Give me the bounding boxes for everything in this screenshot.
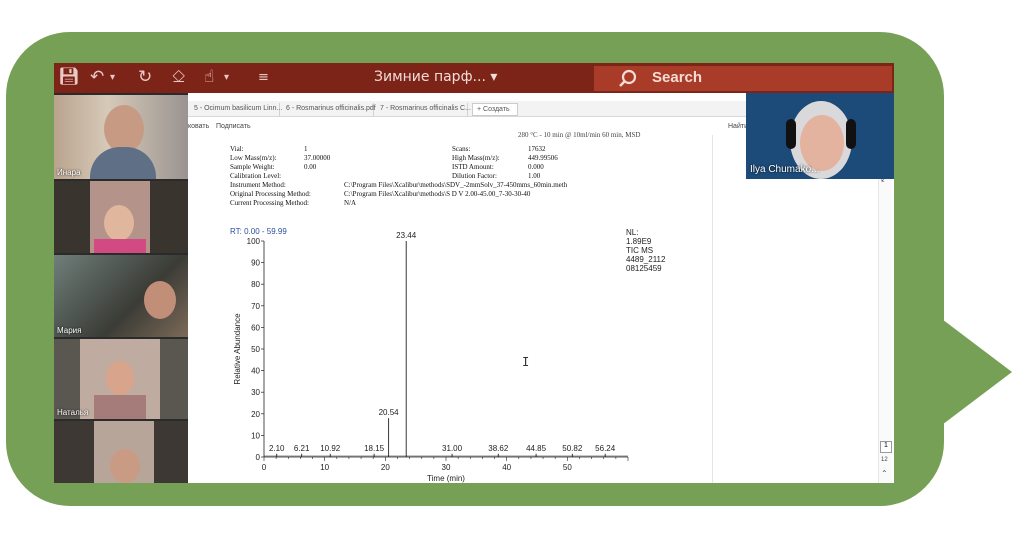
page-number-current[interactable]: 1 [880,441,892,453]
x-tick-label: 10 [320,463,329,472]
speaker-video[interactable]: Ilya Chumako... [746,93,894,179]
text-cursor-icon: I [522,355,530,369]
touch-dropdown-icon[interactable]: ▾ [224,72,229,83]
chromatogram-chart: RT: 0.00 - 59.99 0 10 20 30 40 50 60 70 80 90 100 0 1… [230,227,666,483]
y-tick-label: 40 [251,367,260,376]
x-tick-label: 30 [442,463,451,472]
chart-annotation: 1.89E9 [626,237,652,246]
y-tick-label: 60 [251,323,260,332]
peak-label: 2.10 [269,444,285,453]
present-icon[interactable]: ⎐ [172,67,185,87]
sign-tool[interactable]: Подписать [216,123,251,130]
peak-label: 6.21 [294,444,310,453]
chart-annotation: 08125459 [626,264,662,273]
powerpoint-title-bar: 💾︎ ↶ ▾ ↻ ⎐ ☝ ▾ ≡ Зимние парф... ▾ Search [54,63,894,93]
headphones-icon [786,119,796,149]
participant-tile[interactable]: Инара [54,95,188,179]
x-tick-label: 20 [381,463,390,472]
pdf-page: 280 °C - 10 min @ 10ml/min 60 min, MSD V… [192,131,712,483]
chart-annotation: TIC MS [626,246,653,255]
y-tick-label: 50 [251,345,260,354]
pdf-side-panel [712,135,894,483]
edit-tool[interactable]: ковать [188,123,209,130]
y-tick-label: 80 [251,280,260,289]
peak-label: 18.15 [364,444,385,453]
x-axis-label: Time (min) [427,474,465,483]
chevron-up-icon[interactable]: ⌃ [881,469,888,478]
pdf-scrollbar[interactable]: ▦ ⤢ 1 12 ⌃ [878,135,892,483]
screen-capture: 💾︎ ↶ ▾ ↻ ⎐ ☝ ▾ ≡ Зимние парф... ▾ Search [54,63,894,483]
participant-name: Инара [57,168,81,177]
participant-tile[interactable] [54,181,188,253]
speaker-name: Ilya Chumako... [750,164,820,175]
y-tick-label: 0 [256,453,261,462]
participant-tile[interactable]: Мария [54,255,188,337]
search-box[interactable]: Search [594,66,892,91]
peak-label: 23.44 [396,231,417,240]
tab-rosmarinus-7[interactable]: 7 - Rosmarinus officinalis C... [376,103,471,116]
peak-label: 50.82 [562,444,583,453]
document-title[interactable]: Зимние парф... ▾ [374,69,497,85]
x-tick-label: 0 [262,463,267,472]
redo-icon[interactable]: ↻ [138,67,152,87]
chart-annotation: 4489_2112 [626,255,666,264]
participant-tile[interactable] [54,421,188,483]
save-icon[interactable]: 💾︎ [58,67,80,87]
chart-annotation: NL: [626,228,638,237]
participant-name: Мария [57,326,82,335]
participant-tile[interactable]: Наталья [54,339,188,419]
peak-label: 31.00 [442,444,463,453]
y-tick-label: 100 [247,237,261,246]
slide-frame: 💾︎ ↶ ▾ ↻ ⎐ ☝ ▾ ≡ Зимние парф... ▾ Search [0,0,1012,549]
y-tick-label: 20 [251,410,260,419]
undo-icon[interactable]: ↶ [90,67,104,87]
new-tab-button[interactable]: + Создать [472,103,518,116]
participant-column: Инара Мария Наталья [54,93,188,483]
pdf-tab-bar: 5 - Ocimum basilicum Linn... 6 - Rosmari… [188,101,754,117]
tab-rosmarinus-6[interactable]: 6 - Rosmarinus officinalis.pdf [282,103,376,116]
y-tick-label: 90 [251,259,260,268]
touch-mode-icon[interactable]: ☝ [204,67,214,87]
peak-label: 38.62 [488,444,509,453]
participant-name: Наталья [57,408,89,417]
y-tick-label: 10 [251,431,260,440]
chart-title: RT: 0.00 - 59.99 [230,227,287,236]
x-tick-label: 50 [563,463,572,472]
x-tick-label: 40 [502,463,511,472]
y-tick-label: 70 [251,302,260,311]
peak-label: 10.92 [320,444,341,453]
search-icon [619,69,637,87]
peak-label: 20.54 [379,408,400,417]
undo-dropdown-icon[interactable]: ▾ [110,72,115,83]
peak-label: 44.85 [526,444,547,453]
tab-ocimum[interactable]: 5 - Ocimum basilicum Linn... [190,103,282,116]
y-axis-label: Relative Abundance [233,313,242,385]
page-count: 12 [881,457,888,463]
peak-label: 56.24 [595,444,616,453]
customize-icon[interactable]: ≡ [258,70,269,85]
y-tick-label: 30 [251,388,260,397]
search-label: Search [652,69,703,86]
